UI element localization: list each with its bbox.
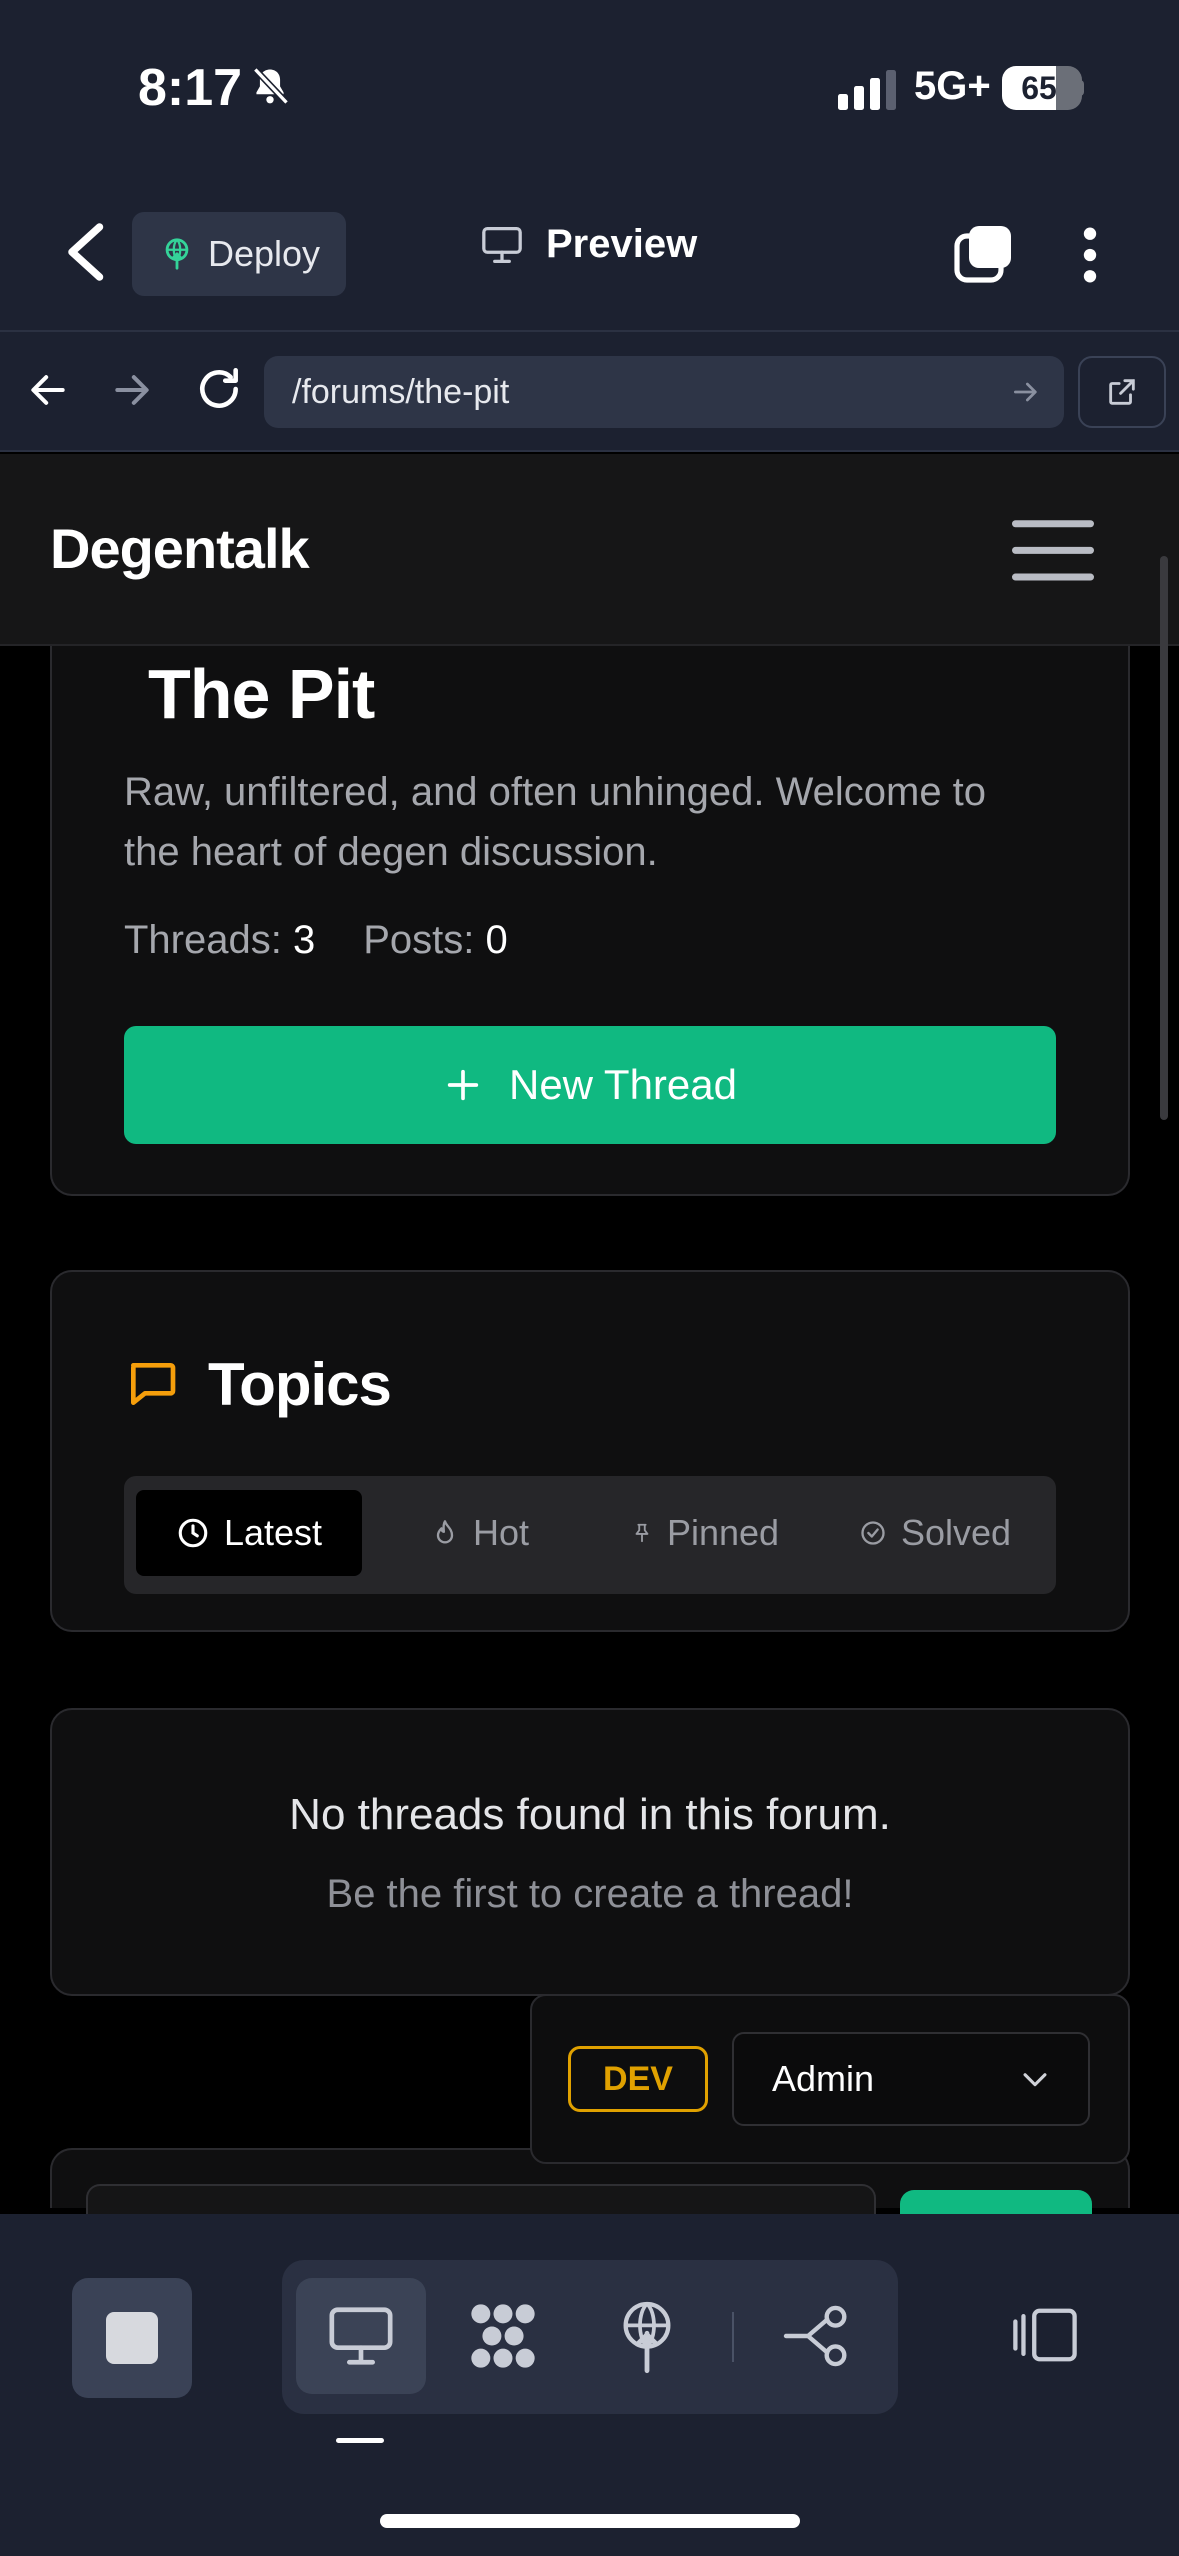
tool-divider: [732, 2312, 734, 2362]
role-select[interactable]: Admin: [732, 2032, 1090, 2126]
plus-icon: [447, 1069, 479, 1101]
tab-latest[interactable]: Latest: [136, 1490, 362, 1576]
home-indicator: [380, 2514, 800, 2528]
flame-icon: [436, 1520, 454, 1544]
tab-pinned-label: Pinned: [666, 1512, 780, 1553]
monitor-icon: [482, 226, 522, 263]
battery-level: 65: [1021, 70, 1057, 106]
url-input[interactable]: /forums/the-pit: [264, 356, 1064, 428]
packages-icon: [471, 2304, 535, 2368]
tab-latest-label: Latest: [223, 1512, 323, 1553]
preview-label: Preview: [546, 222, 698, 266]
empty-state-title: No threads found in this forum.: [289, 1790, 891, 1839]
signal-icon: [838, 70, 896, 110]
role-select-value: Admin: [772, 2058, 875, 2099]
git-branch-icon: [783, 2305, 847, 2367]
message-square-icon: [131, 1363, 176, 1405]
posts-stat: Posts: 0: [363, 918, 508, 962]
forum-description: Raw, unfiltered, and often unhinged. Wel…: [124, 770, 987, 874]
tool-packages-button[interactable]: [438, 2278, 568, 2394]
tab-hot-label: Hot: [472, 1512, 530, 1553]
arrow-right-icon[interactable]: [110, 368, 154, 412]
pin-icon: [635, 1523, 649, 1543]
dev-badge: DEV: [568, 2046, 708, 2112]
battery-nub: [1078, 80, 1084, 96]
forum-stats: Threads: 3 Posts: 0: [124, 918, 508, 963]
bell-slash-icon: [253, 67, 289, 105]
arrow-left-icon[interactable]: [26, 368, 70, 412]
network-label: 5G+: [914, 64, 991, 108]
new-thread-button[interactable]: New Thread: [124, 1026, 1056, 1144]
more-vertical-icon[interactable]: [1070, 226, 1110, 284]
reload-icon[interactable]: [194, 364, 244, 414]
tool-git-button[interactable]: [754, 2278, 884, 2394]
deploy-label: Deploy: [208, 233, 321, 274]
new-thread-label: New Thread: [508, 1061, 737, 1108]
chevron-left-icon[interactable]: [62, 222, 112, 282]
stop-button[interactable]: [72, 2278, 192, 2398]
tab-hot[interactable]: Hot: [380, 1490, 580, 1576]
topics-title: Topics: [208, 1351, 392, 1418]
page-scrollbar[interactable]: [1160, 556, 1168, 1120]
site-logo[interactable]: Degentalk: [50, 516, 310, 581]
clock-icon: [178, 1518, 208, 1548]
panel-layout-icon: [1013, 2308, 1077, 2362]
status-time: 8:17: [138, 59, 243, 117]
layout-toggle-button[interactable]: [1000, 2290, 1090, 2380]
open-external-button[interactable]: [1078, 356, 1166, 428]
deploy-icon: [165, 238, 189, 270]
active-tool-indicator: [336, 2438, 384, 2443]
tabs-overview-icon[interactable]: [952, 224, 1014, 284]
battery-indicator: 65: [1002, 66, 1084, 110]
chevron-down-icon: [1023, 2073, 1047, 2087]
threads-stat: Threads: 3: [124, 918, 316, 962]
stop-icon: [106, 2312, 158, 2364]
external-link-icon: [1109, 379, 1135, 405]
preview-tab[interactable]: Preview: [480, 222, 697, 267]
tool-deploy-button[interactable]: [582, 2278, 712, 2394]
empty-state-card: [50, 1708, 1130, 1996]
tab-solved-label: Solved: [900, 1512, 1012, 1553]
monitor-icon: [329, 2307, 393, 2365]
forum-title: The Pit: [148, 655, 375, 733]
tab-solved[interactable]: Solved: [830, 1490, 1040, 1576]
check-circle-icon: [861, 1521, 885, 1545]
tab-pinned[interactable]: Pinned: [600, 1490, 810, 1576]
hamburger-menu-icon[interactable]: [1012, 520, 1094, 582]
go-arrow-icon[interactable]: [1010, 376, 1042, 408]
deploy-icon: [623, 2301, 671, 2374]
deploy-button[interactable]: Deploy: [132, 212, 346, 296]
empty-state-subtitle: Be the first to create a thread!: [326, 1872, 854, 1916]
tool-preview-button[interactable]: [296, 2278, 426, 2394]
